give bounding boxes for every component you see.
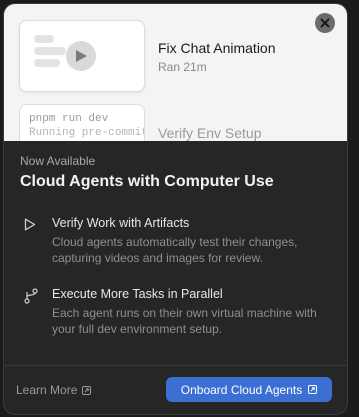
learn-more-label: Learn More — [16, 383, 78, 397]
hero-preview: Fix Chat Animation Ran 21m pnpm run dev … — [4, 4, 347, 141]
placeholder-bar — [34, 47, 66, 55]
placeholder-bar — [34, 59, 60, 67]
close-button[interactable] — [315, 13, 335, 33]
terminal-preview: pnpm run dev Running pre-commit — [19, 104, 145, 141]
play-icon[interactable] — [66, 41, 96, 71]
task-title: Verify Env Setup — [158, 125, 262, 141]
external-link-icon — [82, 385, 92, 395]
external-link-icon — [308, 385, 318, 394]
close-icon — [320, 18, 330, 28]
task-duration: Ran 21m — [158, 60, 207, 74]
feature-title: Execute More Tasks in Parallel — [52, 287, 223, 301]
feature-description: Cloud agents automatically test their ch… — [52, 235, 298, 265]
placeholder-bar — [34, 35, 54, 43]
task-title: Fix Chat Animation — [158, 40, 276, 56]
terminal-line: pnpm run dev — [29, 113, 109, 125]
footer-divider — [4, 365, 347, 366]
feature-title: Verify Work with Artifacts — [52, 216, 190, 230]
branch-icon — [24, 288, 38, 309]
onboard-button-label: Onboard Cloud Agents — [180, 382, 303, 397]
onboard-cloud-agents-button[interactable]: Onboard Cloud Agents — [166, 377, 332, 402]
feature-description: Each agent runs on their own virtual mac… — [52, 306, 317, 336]
play-outline-icon — [24, 218, 36, 236]
eyebrow-label: Now Available — [20, 154, 96, 168]
dialog-heading: Cloud Agents with Computer Use — [20, 173, 274, 190]
learn-more-link[interactable]: Learn More — [16, 383, 92, 397]
terminal-line: Running pre-commit — [29, 127, 145, 139]
cloud-agents-announcement-dialog: Fix Chat Animation Ran 21m pnpm run dev … — [3, 3, 348, 415]
video-thumbnail[interactable] — [19, 20, 145, 92]
